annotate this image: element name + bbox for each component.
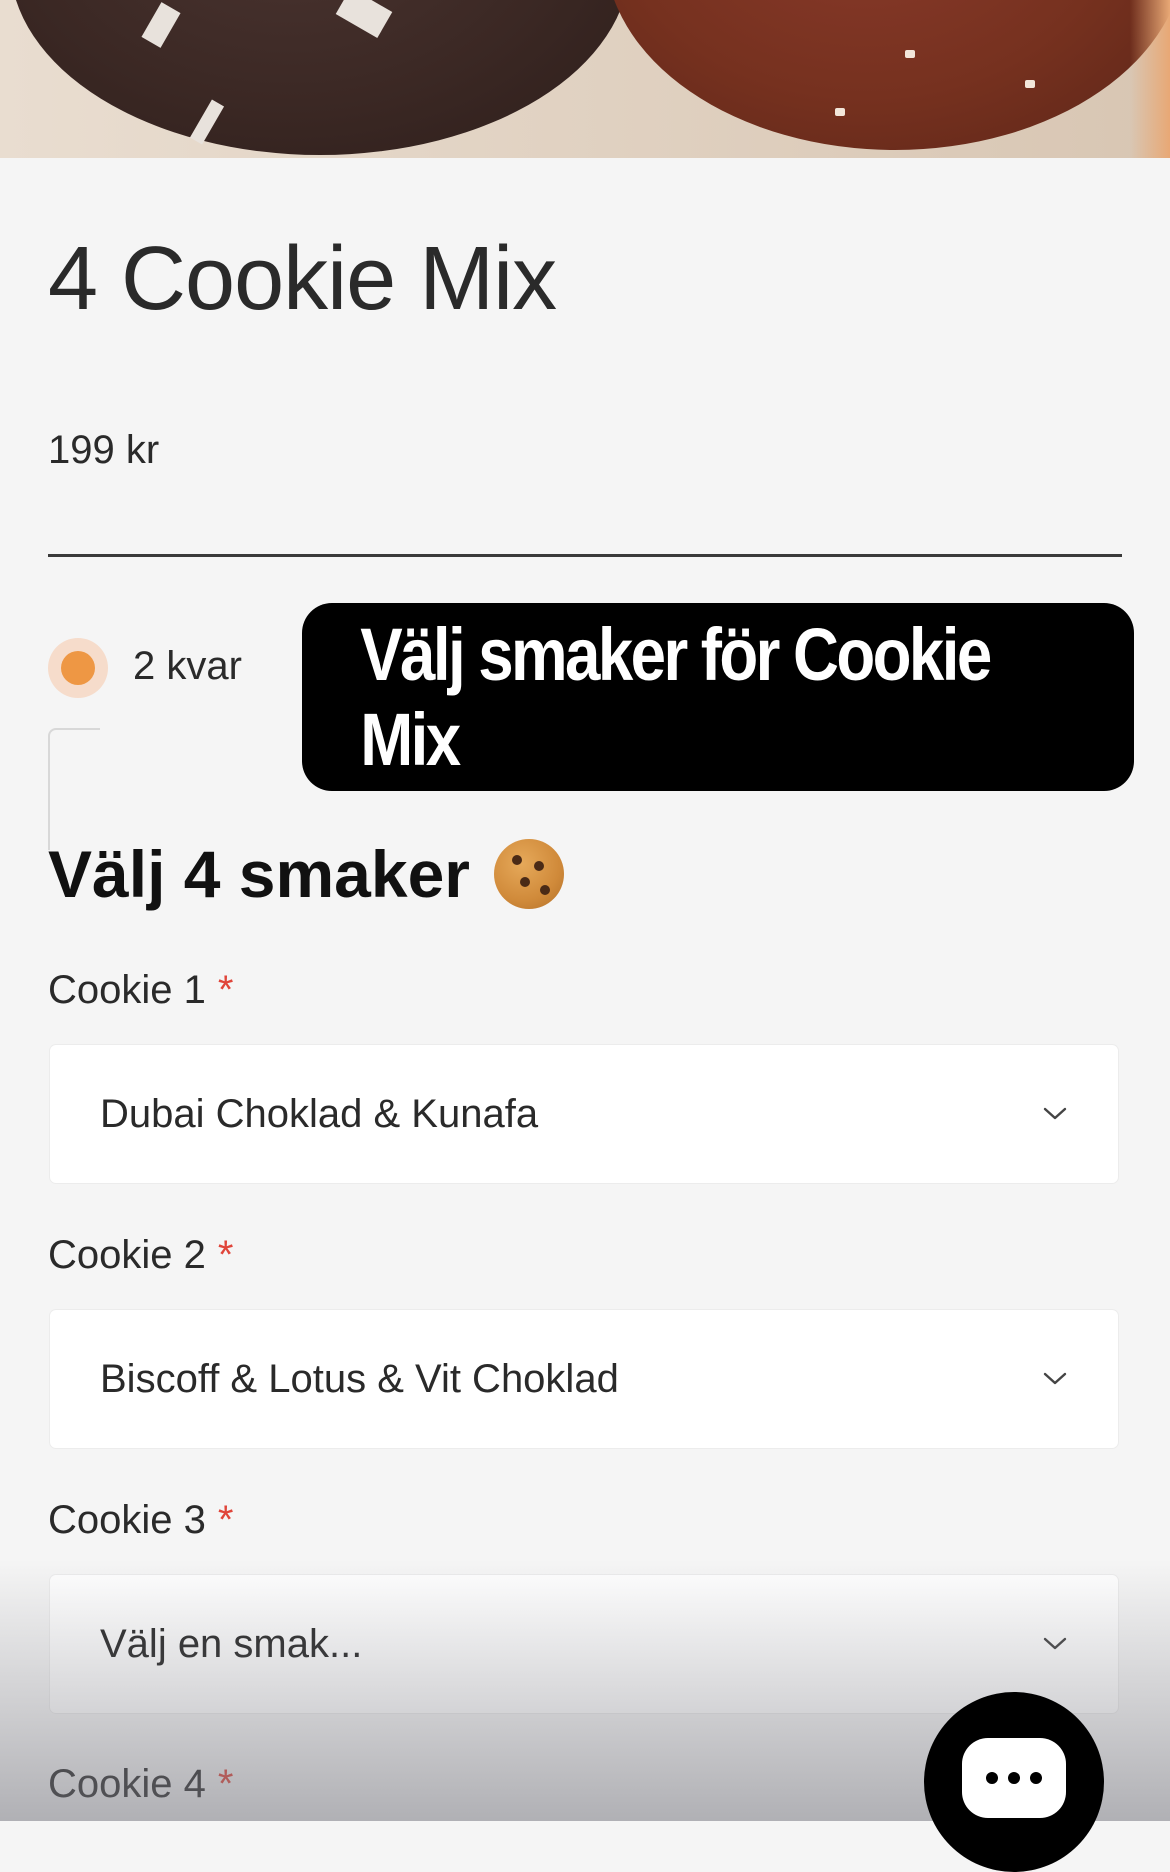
product-price: 199 kr bbox=[48, 428, 160, 472]
product-title: 4 Cookie Mix bbox=[48, 229, 557, 329]
cookie-photo-dark bbox=[10, 0, 630, 155]
quantity-stepper[interactable] bbox=[48, 728, 100, 850]
field-label-cookie-3: Cookie 3 * bbox=[48, 1498, 233, 1543]
required-mark: * bbox=[217, 1498, 234, 1542]
field-label-cookie-2: Cookie 2 * bbox=[48, 1233, 233, 1278]
required-mark: * bbox=[217, 1762, 234, 1806]
chevron-down-icon bbox=[1042, 1631, 1068, 1657]
select-cookie-1[interactable]: Dubai Choklad & Kunafa bbox=[50, 1045, 1118, 1183]
field-label-cookie-1: Cookie 1 * bbox=[48, 968, 233, 1013]
select-cookie-2[interactable]: Biscoff & Lotus & Vit Choklad bbox=[50, 1310, 1118, 1448]
field-label-text: Cookie 4 bbox=[48, 1762, 206, 1806]
flavour-section-heading: Välj 4 smaker bbox=[48, 837, 470, 911]
required-mark: * bbox=[217, 968, 234, 1012]
field-label-text: Cookie 1 bbox=[48, 968, 206, 1012]
stock-text: 2 kvar bbox=[133, 644, 242, 688]
chat-icon bbox=[962, 1738, 1066, 1818]
cookie-photo-red bbox=[605, 0, 1170, 150]
select-value: Välj en smak... bbox=[100, 1621, 363, 1666]
story-text-overlay-label: Välj smaker för Cookie Mix bbox=[360, 613, 992, 781]
flavour-section-title: Välj 4 smaker bbox=[48, 836, 564, 912]
field-label-text: Cookie 2 bbox=[48, 1233, 206, 1277]
cookie-emoji-icon bbox=[493, 839, 564, 909]
select-cookie-3[interactable]: Välj en smak... bbox=[50, 1575, 1118, 1713]
select-value: Dubai Choklad & Kunafa bbox=[100, 1091, 539, 1136]
field-label-cookie-4: Cookie 4 * bbox=[48, 1762, 233, 1807]
field-label-text: Cookie 3 bbox=[48, 1498, 206, 1542]
select-value: Biscoff & Lotus & Vit Choklad bbox=[100, 1356, 619, 1401]
chevron-down-icon bbox=[1042, 1366, 1068, 1392]
stock-indicator bbox=[48, 638, 108, 698]
chat-button[interactable] bbox=[924, 1692, 1104, 1872]
required-mark: * bbox=[217, 1233, 234, 1277]
divider bbox=[48, 554, 1122, 557]
product-image bbox=[0, 0, 1170, 158]
chevron-down-icon bbox=[1042, 1101, 1068, 1127]
